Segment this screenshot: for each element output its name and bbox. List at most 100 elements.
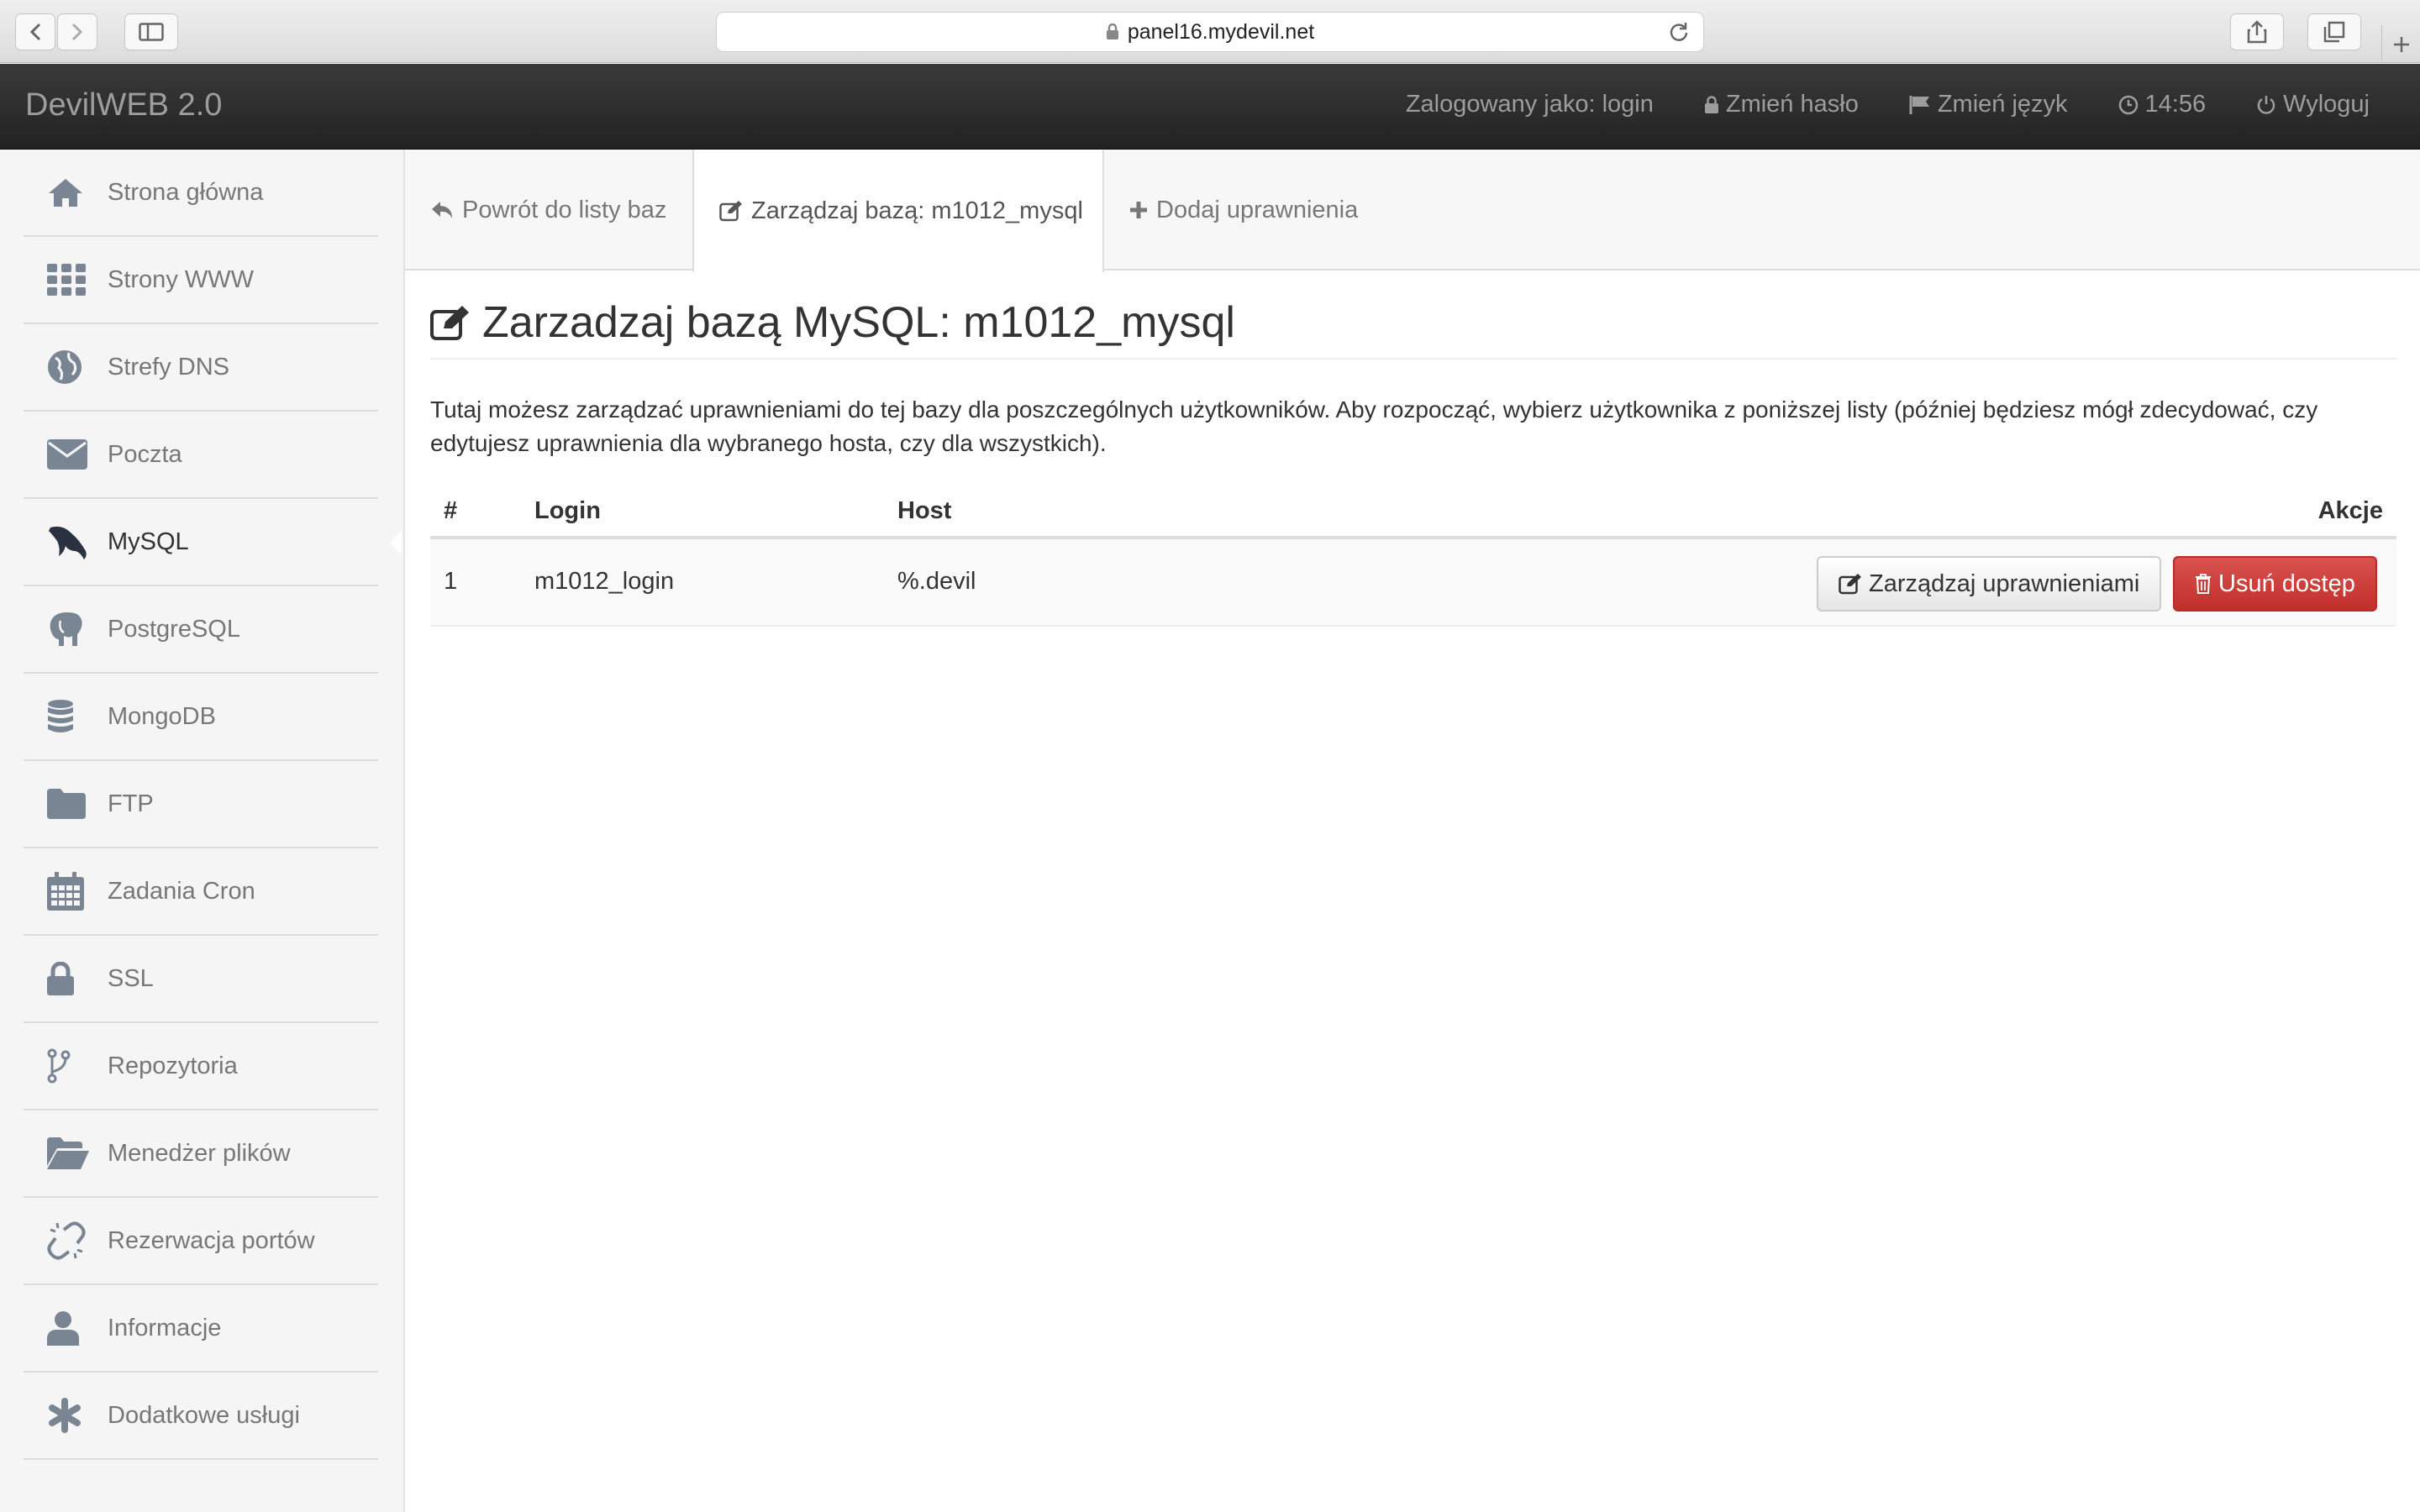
row-num: 1 [444, 568, 458, 595]
sidebar-item-label: Rezerwacja portów [108, 1226, 315, 1254]
chevron-left-icon [29, 23, 41, 41]
lock-icon [1106, 24, 1118, 39]
share-button[interactable] [2230, 13, 2284, 50]
sidebar-item-ports[interactable]: Rezerwacja portów [24, 1198, 378, 1285]
chevron-right-icon [71, 23, 83, 41]
column-header-num: # [444, 497, 458, 524]
column-header-login: Login [534, 497, 601, 524]
tab-back-to-list[interactable]: Powrót do listy baz [430, 150, 666, 270]
lock-icon [1704, 95, 1718, 113]
sidebar-item-label: Informacje [108, 1314, 222, 1341]
lock-icon [47, 962, 74, 995]
home-icon [49, 179, 82, 207]
reload-icon[interactable] [1668, 21, 1690, 43]
top-navbar: DevilWEB 2.0 Zalogowany jako: login Zmie… [0, 64, 2420, 150]
page-title: Zarzadzaj bazą MySQL: m1012_mysql [430, 297, 1235, 348]
flag-icon [1909, 95, 1929, 114]
sidebar-item-label: Strona główna [108, 178, 264, 206]
edit-icon [430, 306, 469, 340]
row-host: %.devil [897, 568, 976, 595]
change-password-label: Zmień hasło [1725, 91, 1859, 118]
power-icon [2257, 95, 2275, 114]
clock-time: 14:56 [2144, 91, 2207, 118]
folder-open-icon [47, 1137, 89, 1169]
dolphin-icon [49, 526, 87, 559]
permissions-table: # Login Host Akcje 1 m1012_login %.devil… [430, 480, 2396, 627]
elephant-icon [50, 612, 82, 646]
user-icon [47, 1311, 79, 1346]
sidebar-item-label: Menedżer plików [108, 1139, 291, 1167]
sidebar-menu: Strona główna Strony WWW Strefy DNS Pocz… [24, 150, 402, 1460]
tab-add-label: Dodaj uprawnienia [1156, 196, 1359, 223]
row-login: m1012_login [534, 568, 675, 595]
change-language-link[interactable]: Zmień język [1909, 91, 2068, 118]
globe-icon [48, 350, 82, 384]
sidebar-item-www[interactable]: Strony WWW [24, 237, 378, 324]
back-nav-button[interactable] [15, 13, 55, 50]
brand-logo[interactable]: DevilWEB 2.0 [25, 87, 222, 123]
sidebar-item-extra-services[interactable]: Dodatkowe usługi [24, 1373, 378, 1460]
sidebar-item-mail[interactable]: Poczta [24, 412, 378, 499]
new-tab-button[interactable] [2381, 25, 2420, 63]
page-description: Tutaj możesz zarządzać uprawnieniami do … [430, 396, 2318, 456]
url-text: panel16.mydevil.net [1127, 19, 1315, 44]
sidebar-item-ftp[interactable]: FTP [24, 761, 378, 848]
tab-back-label: Powrót do listy baz [462, 196, 667, 223]
address-bar[interactable]: panel16.mydevil.net [716, 12, 1704, 52]
active-indicator [390, 531, 402, 554]
tab-bar: Powrót do listy baz Zarządzaj bazą: m101… [405, 150, 2420, 272]
sidebar-item-label: Repozytoria [108, 1052, 238, 1079]
clock-icon [2118, 95, 2138, 114]
table-row: 1 m1012_login %.devil Zarządzaj uprawnie… [430, 539, 2396, 627]
tab-manage-label: Zarządzaj bazą: m1012_mysql [751, 197, 1083, 224]
folder-icon [47, 789, 86, 819]
sidebar-item-mongodb[interactable]: MongoDB [24, 674, 378, 761]
sidebar-item-label: PostgreSQL [108, 615, 240, 643]
sidebar-item-label: Strony WWW [108, 265, 254, 293]
change-password-link[interactable]: Zmień hasło [1704, 91, 1859, 118]
title-divider [430, 358, 2396, 360]
sidebar-item-postgresql[interactable]: PostgreSQL [24, 586, 378, 674]
sidebar-item-home[interactable]: Strona główna [24, 150, 378, 237]
tabs-icon [2323, 21, 2345, 43]
sidebar-item-file-manager[interactable]: Menedżer plików [24, 1110, 378, 1198]
branch-icon [47, 1048, 71, 1084]
edit-icon [1839, 574, 1861, 595]
share-icon [2247, 20, 2267, 44]
sidebar-item-mysql[interactable]: MySQL [24, 499, 402, 586]
envelope-icon [47, 439, 87, 470]
sidebar-icon [139, 23, 164, 41]
sidebar-item-label: SSL [108, 964, 154, 992]
tabs-overview-button[interactable] [2307, 13, 2361, 50]
sidebar-item-label: MongoDB [108, 702, 216, 730]
sidebar-item-label: Strefy DNS [108, 353, 230, 381]
browser-toolbar: panel16.mydevil.net [0, 0, 2420, 63]
top-nav-links: Zalogowany jako: login Zmień hasło Zmień… [1406, 91, 2370, 118]
logout-link[interactable]: Wyloguj [2256, 91, 2370, 118]
unlink-icon [47, 1221, 86, 1260]
sidebar-toggle-button[interactable] [124, 13, 178, 50]
tab-add-permissions[interactable]: Dodaj uprawnienia [1129, 150, 1358, 270]
manage-permissions-label: Zarządzaj uprawnieniami [1869, 570, 2140, 597]
grid-icon [47, 264, 86, 296]
column-header-host: Host [897, 497, 952, 524]
sidebar-item-repositories[interactable]: Repozytoria [24, 1023, 378, 1110]
revoke-access-label: Usuń dostęp [2218, 570, 2355, 597]
clock-display: 14:56 [2118, 91, 2207, 118]
logged-in-label: Zalogowany jako: login [1406, 91, 1654, 118]
sidebar-item-label: Dodatkowe usługi [108, 1401, 300, 1429]
plus-icon [1130, 202, 1147, 218]
sidebar: Strona główna Strony WWW Strefy DNS Pocz… [0, 150, 405, 1512]
column-header-actions: Akcje [2317, 497, 2383, 524]
sidebar-item-dns[interactable]: Strefy DNS [24, 324, 378, 412]
revoke-access-button[interactable]: Usuń dostęp [2173, 556, 2377, 612]
tab-manage-database[interactable]: Zarządzaj bazą: m1012_mysql [692, 150, 1104, 272]
sidebar-item-label: FTP [108, 790, 154, 817]
sidebar-item-info[interactable]: Informacje [24, 1285, 378, 1373]
forward-nav-button[interactable] [57, 13, 97, 50]
database-icon [48, 700, 73, 732]
sidebar-item-label: Poczta [108, 440, 182, 468]
sidebar-item-cron[interactable]: Zadania Cron [24, 848, 378, 936]
sidebar-item-ssl[interactable]: SSL [24, 936, 378, 1023]
manage-permissions-button[interactable]: Zarządzaj uprawnieniami [1817, 556, 2162, 612]
